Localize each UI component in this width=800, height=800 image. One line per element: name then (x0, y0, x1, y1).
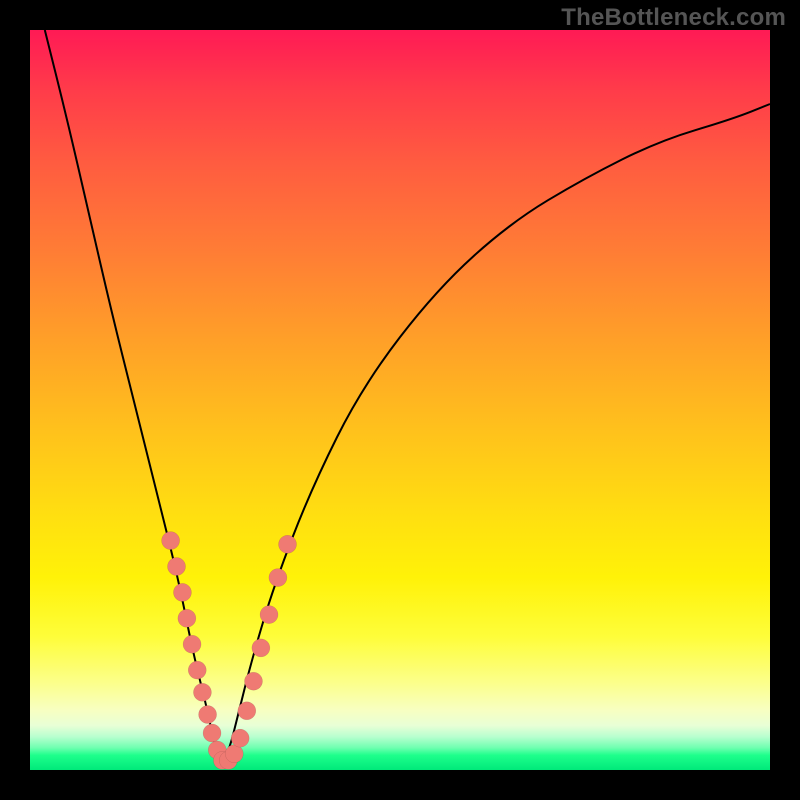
highlight-dot (279, 535, 297, 553)
highlight-dot (188, 661, 206, 679)
highlight-dots (162, 532, 297, 770)
highlight-dot (162, 532, 180, 550)
highlight-dot (178, 609, 196, 627)
highlight-dot (238, 702, 256, 720)
highlight-dot (199, 706, 217, 724)
highlight-dot (203, 724, 221, 742)
plot-area (30, 30, 770, 770)
curve-right-branch (222, 104, 770, 763)
watermark-text: TheBottleneck.com (561, 4, 786, 32)
highlight-dot (168, 558, 186, 576)
highlight-dot (252, 639, 270, 657)
highlight-dot (231, 729, 249, 747)
highlight-dot (183, 635, 201, 653)
highlight-dot (173, 583, 191, 601)
chart-stage: TheBottleneck.com (0, 0, 800, 800)
highlight-dot (193, 683, 211, 701)
highlight-dot (260, 606, 278, 624)
highlight-dot (244, 672, 262, 690)
curve-layer (30, 30, 770, 770)
curve-left-branch (45, 30, 223, 763)
highlight-dot (269, 569, 287, 587)
